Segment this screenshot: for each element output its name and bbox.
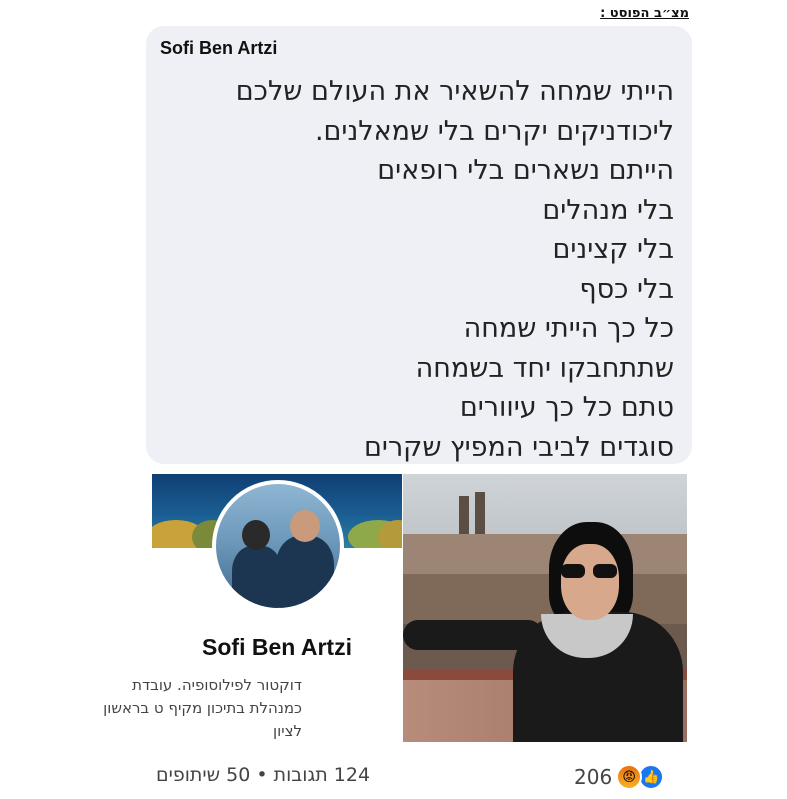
post-text: הייתי שמחה להשאיר את העולם שלכם ליכודניק… (236, 72, 674, 467)
bio-line: כמנהלת בתיכון מקיף ט בראשון (103, 699, 302, 717)
profile-bio: דוקטור לפילוסופיה. עובדת כמנהלת בתיכון מ… (72, 674, 302, 743)
bio-line: דוקטור לפילוסופיה. עובדת (132, 676, 302, 694)
profile-name[interactable]: Sofi Ben Artzi (152, 634, 402, 661)
post-comment-bubble: Sofi Ben Artzi הייתי שמחה להשאיר את העול… (146, 26, 692, 464)
post-line: שתתחבקו יחד בשמחה (415, 352, 674, 384)
reaction-icons: 😡 👍 (616, 763, 668, 791)
post-line: הייתי שמחה להשאיר את העולם שלכם (235, 76, 674, 107)
post-line: הייתם נשארים בלי רופאים (377, 155, 674, 186)
reactions-summary[interactable]: 😡 👍 206 (574, 763, 668, 791)
comments-shares-count[interactable]: 124 תגובות • 50 שיתופים (156, 764, 370, 786)
post-line: טתם כל כך עיוורים (459, 392, 674, 423)
reaction-count: 206 (574, 765, 613, 789)
like-icon: 👍 (638, 764, 665, 790)
post-line: בלי כסף (579, 273, 674, 305)
post-author[interactable]: Sofi Ben Artzi (160, 38, 277, 59)
angry-icon: 😡 (616, 764, 643, 790)
post-line: כל כך הייתי שמחה (463, 313, 674, 344)
post-line: ליכודניקים יקרים בלי שמאלנים. (314, 115, 674, 147)
post-line: בלי קצינים (552, 234, 674, 265)
post-attached-label: מצ״ב הפוסט : (600, 6, 689, 21)
profile-card[interactable]: Sofi Ben Artzi דוקטור לפילוסופיה. עובדת … (103, 474, 402, 746)
bio-line: לציון (273, 722, 302, 740)
profile-avatar[interactable] (212, 480, 344, 612)
post-photo[interactable] (403, 474, 687, 742)
post-line: סוגדים לביבי המפיץ שקרים (363, 431, 674, 463)
post-line: בלי מנהלים (542, 194, 674, 226)
